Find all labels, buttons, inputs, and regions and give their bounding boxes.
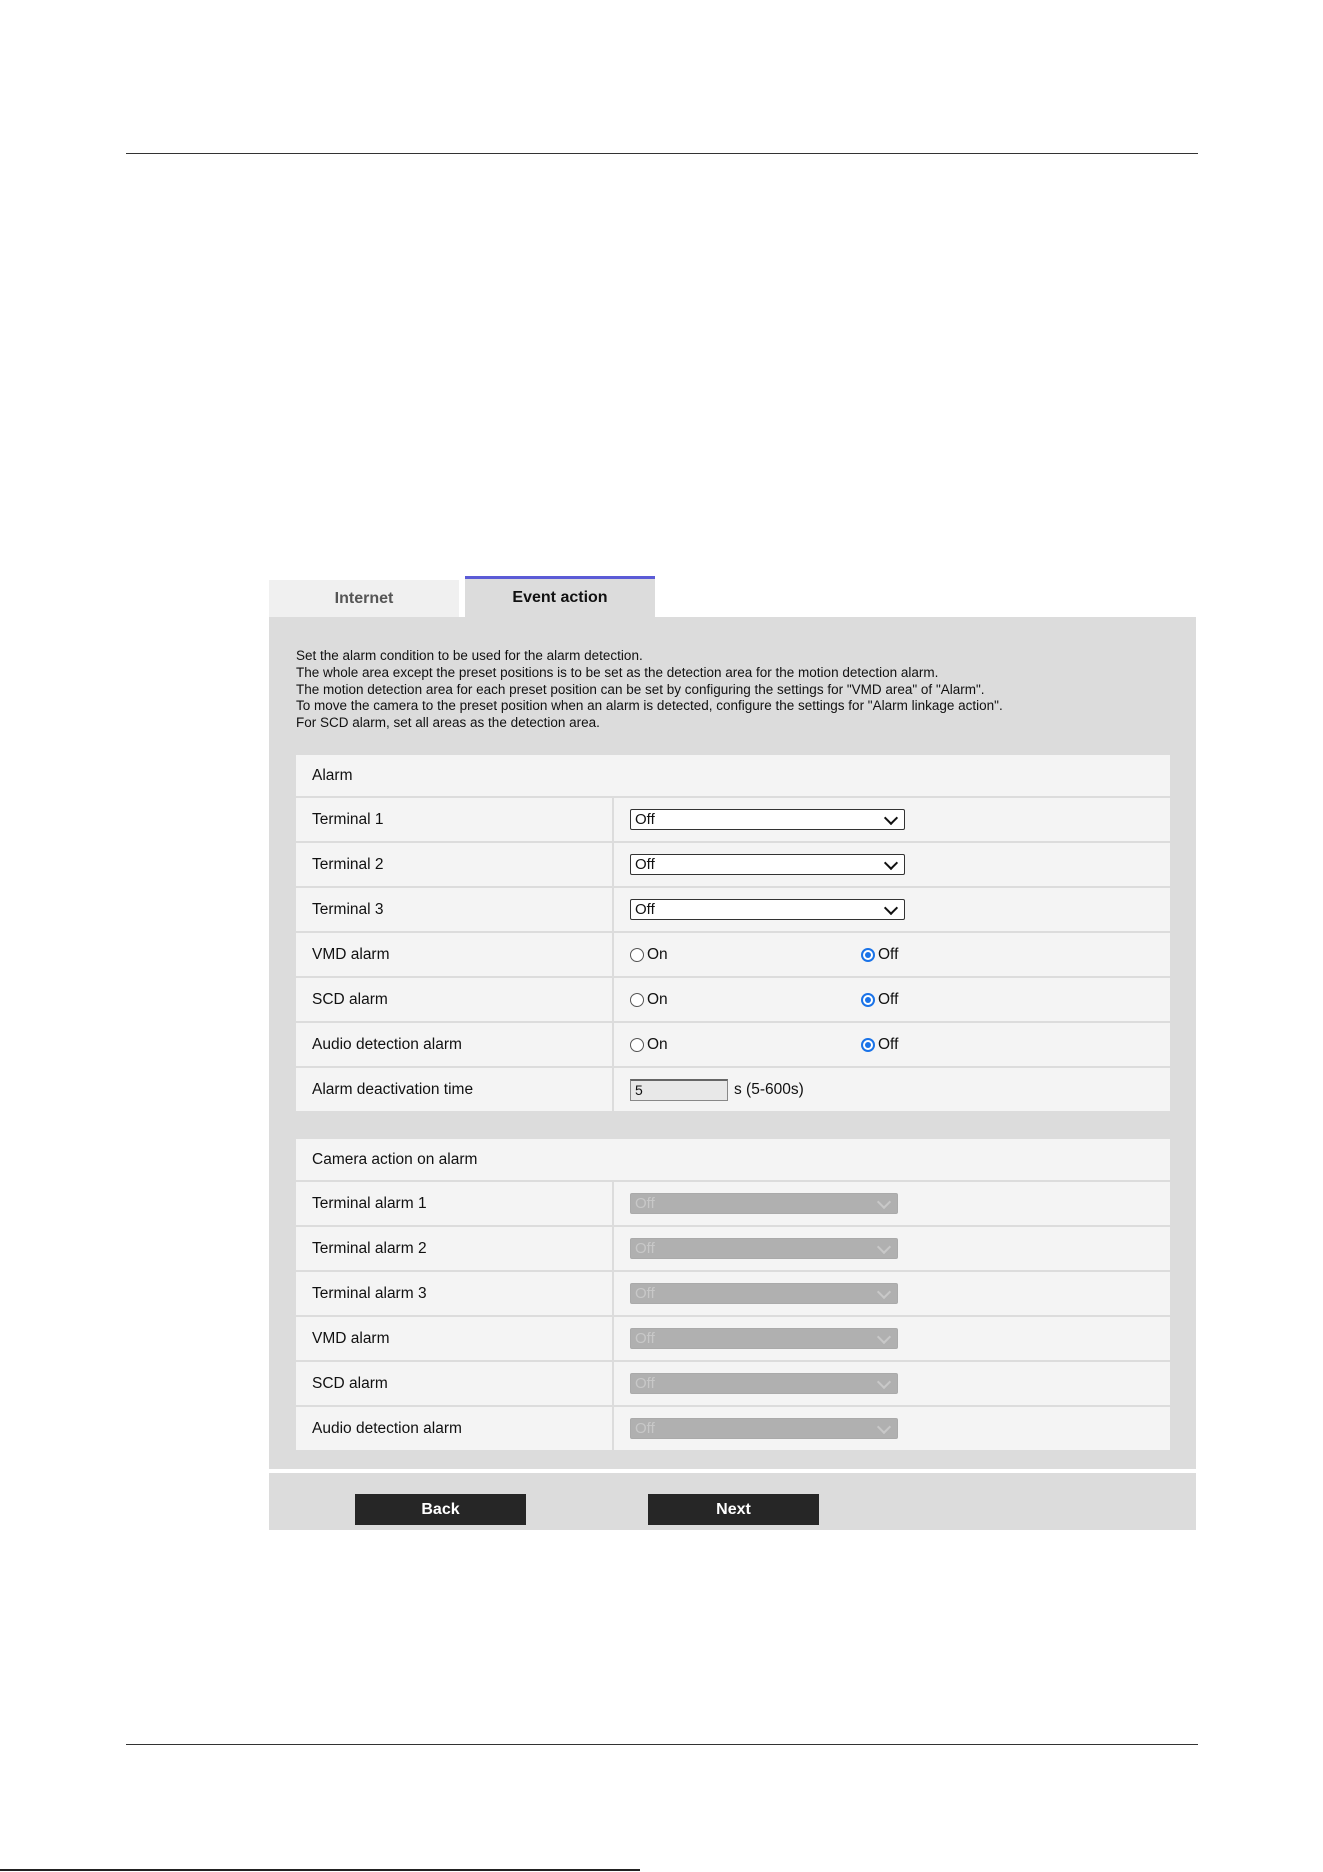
deactivation-time-unit: s (5-600s) bbox=[734, 1080, 804, 1098]
terminal3-select-value: Off bbox=[635, 901, 655, 918]
vmd-alarm-row: VMD alarm On Off bbox=[296, 933, 1170, 978]
intro-line: Set the alarm condition to be used for t… bbox=[296, 648, 643, 663]
scd-action-row: SCD alarm Off bbox=[296, 1362, 1170, 1407]
intro-line: The motion detection area for each prese… bbox=[296, 681, 985, 697]
scd-alarm-on-label: On bbox=[647, 990, 668, 1008]
tab-bar: Internet Event action bbox=[269, 576, 1196, 617]
audio-alarm-off-label: Off bbox=[878, 1035, 899, 1053]
chevron-down-icon bbox=[876, 1374, 892, 1389]
scd-alarm-row: SCD alarm On Off bbox=[296, 978, 1170, 1023]
audio-alarm-label: Audio detection alarm bbox=[296, 1023, 614, 1066]
chevron-down-icon bbox=[876, 1239, 892, 1254]
intro-line: To move the camera to the preset positio… bbox=[296, 698, 1003, 714]
alarm-section: Alarm Terminal 1 Off Terminal 2 Off Term… bbox=[296, 755, 1170, 1113]
vmd-alarm-off-label: Off bbox=[878, 945, 899, 963]
chevron-down-icon bbox=[883, 900, 899, 915]
audio-alarm-off-radio[interactable]: Off bbox=[861, 1036, 898, 1054]
terminal-alarm2-label: Terminal alarm 2 bbox=[296, 1227, 614, 1270]
intro-text: Set the alarm condition to be used for t… bbox=[296, 648, 1176, 732]
deactivation-time-row: Alarm deactivation time 5 s (5-600s) bbox=[296, 1068, 1170, 1113]
terminal-alarm1-label: Terminal alarm 1 bbox=[296, 1182, 614, 1225]
vmd-alarm-on-label: On bbox=[647, 945, 668, 963]
terminal1-select-value: Off bbox=[635, 811, 655, 828]
scd-alarm-off-label: Off bbox=[878, 990, 899, 1008]
vmd-action-select: Off bbox=[630, 1328, 898, 1349]
terminal3-select[interactable]: Off bbox=[630, 899, 905, 920]
radio-checked-icon bbox=[861, 947, 875, 962]
tab-internet[interactable]: Internet bbox=[269, 580, 459, 617]
intro-line: The whole area except the preset positio… bbox=[296, 664, 939, 680]
chevron-down-icon bbox=[876, 1419, 892, 1434]
terminal-alarm1-select-value: Off bbox=[635, 1195, 655, 1212]
terminal2-label: Terminal 2 bbox=[296, 843, 614, 886]
terminal-alarm1-select: Off bbox=[630, 1193, 898, 1214]
radio-checked-icon bbox=[861, 992, 875, 1007]
audio-alarm-on-label: On bbox=[647, 1035, 668, 1053]
vmd-action-select-value: Off bbox=[635, 1330, 655, 1347]
terminal3-label: Terminal 3 bbox=[296, 888, 614, 931]
next-button[interactable]: Next bbox=[648, 1494, 819, 1525]
audio-action-row: Audio detection alarm Off bbox=[296, 1407, 1170, 1452]
deactivation-time-input[interactable]: 5 bbox=[630, 1078, 728, 1101]
chevron-down-icon bbox=[876, 1284, 892, 1299]
audio-alarm-row: Audio detection alarm On Off bbox=[296, 1023, 1170, 1068]
terminal2-select[interactable]: Off bbox=[630, 854, 905, 875]
radio-unchecked-icon bbox=[630, 992, 644, 1007]
scd-action-select: Off bbox=[630, 1373, 898, 1394]
scd-alarm-label: SCD alarm bbox=[296, 978, 614, 1021]
radio-unchecked-icon bbox=[630, 947, 644, 962]
terminal2-row: Terminal 2 Off bbox=[296, 843, 1170, 888]
vmd-alarm-label: VMD alarm bbox=[296, 933, 614, 976]
terminal3-row: Terminal 3 Off bbox=[296, 888, 1170, 933]
footer-rule bbox=[126, 1744, 1198, 1745]
intro-line: For SCD alarm, set all areas as the dete… bbox=[296, 715, 600, 731]
chevron-down-icon bbox=[883, 810, 899, 825]
vmd-action-row: VMD alarm Off bbox=[296, 1317, 1170, 1362]
header-rule bbox=[126, 153, 1198, 154]
audio-action-select: Off bbox=[630, 1418, 898, 1439]
vmd-alarm-on-radio[interactable]: On bbox=[630, 946, 668, 964]
audio-alarm-on-radio[interactable]: On bbox=[630, 1036, 668, 1054]
terminal-alarm3-label: Terminal alarm 3 bbox=[296, 1272, 614, 1315]
terminal-alarm2-row: Terminal alarm 2 Off bbox=[296, 1227, 1170, 1272]
terminal1-row: Terminal 1 Off bbox=[296, 798, 1170, 843]
footnote-rule bbox=[0, 1869, 640, 1871]
terminal-alarm3-select-value: Off bbox=[635, 1285, 655, 1302]
chevron-down-icon bbox=[876, 1329, 892, 1344]
camera-action-section: Camera action on alarm Terminal alarm 1 … bbox=[296, 1139, 1170, 1452]
terminal-alarm3-row: Terminal alarm 3 Off bbox=[296, 1272, 1170, 1317]
alarm-section-heading: Alarm bbox=[296, 755, 1170, 798]
terminal-alarm1-row: Terminal alarm 1 Off bbox=[296, 1182, 1170, 1227]
radio-unchecked-icon bbox=[630, 1037, 644, 1052]
back-button[interactable]: Back bbox=[355, 1494, 526, 1525]
audio-action-select-value: Off bbox=[635, 1420, 655, 1437]
scd-alarm-on-radio[interactable]: On bbox=[630, 991, 668, 1009]
radio-checked-icon bbox=[861, 1037, 875, 1052]
camera-action-heading: Camera action on alarm bbox=[296, 1139, 1170, 1182]
button-bar: Back Next bbox=[269, 1473, 1196, 1530]
chevron-down-icon bbox=[883, 855, 899, 870]
vmd-alarm-off-radio[interactable]: Off bbox=[861, 946, 898, 964]
terminal-alarm2-select-value: Off bbox=[635, 1240, 655, 1257]
deactivation-time-label: Alarm deactivation time bbox=[296, 1068, 614, 1111]
audio-action-label: Audio detection alarm bbox=[296, 1407, 614, 1450]
terminal-alarm2-select: Off bbox=[630, 1238, 898, 1259]
tab-event-action[interactable]: Event action bbox=[465, 576, 655, 617]
terminal2-select-value: Off bbox=[635, 856, 655, 873]
terminal-alarm3-select: Off bbox=[630, 1283, 898, 1304]
terminal1-select[interactable]: Off bbox=[630, 809, 905, 830]
scd-action-label: SCD alarm bbox=[296, 1362, 614, 1405]
scd-alarm-off-radio[interactable]: Off bbox=[861, 991, 898, 1009]
chevron-down-icon bbox=[876, 1194, 892, 1209]
terminal1-label: Terminal 1 bbox=[296, 798, 614, 841]
vmd-action-label: VMD alarm bbox=[296, 1317, 614, 1360]
scd-action-select-value: Off bbox=[635, 1375, 655, 1392]
